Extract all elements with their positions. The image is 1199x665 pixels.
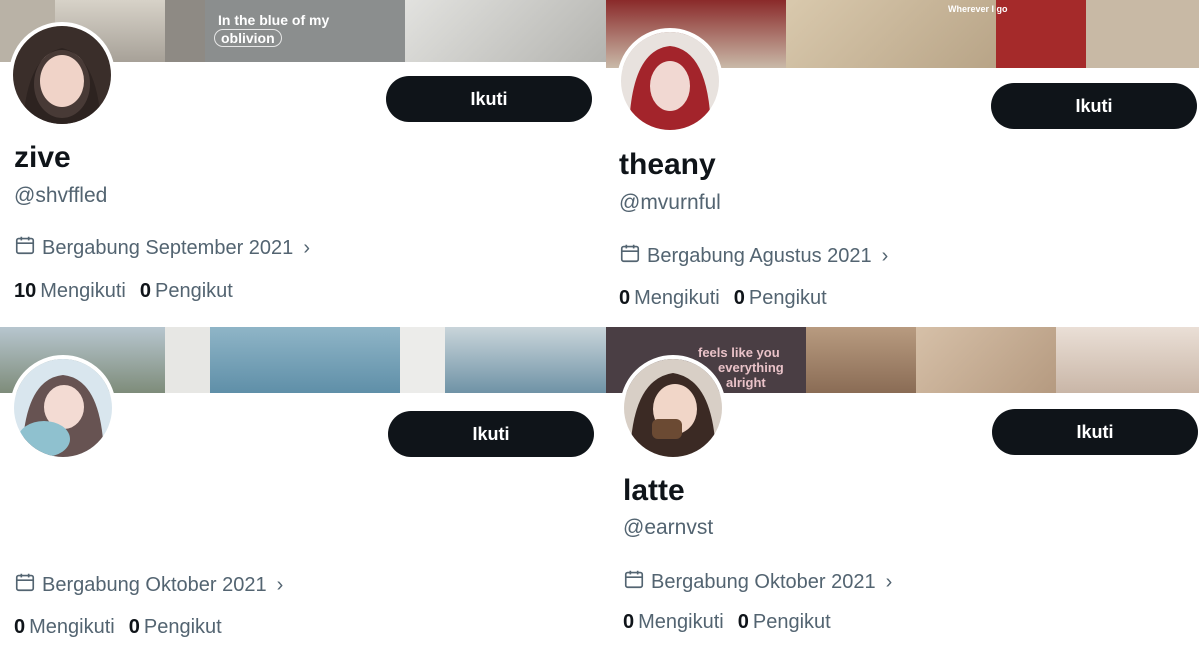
chevron-right-icon[interactable]: ›	[886, 571, 893, 594]
avatar[interactable]	[620, 355, 726, 461]
chevron-right-icon[interactable]: ›	[882, 245, 889, 268]
banner-caption: In the blue of my	[218, 12, 330, 28]
follow-button[interactable]: Ikuti	[992, 409, 1198, 455]
joined-date: Bergabung Oktober 2021 ›	[14, 571, 283, 599]
followers-stat[interactable]: 0 Pengikut	[140, 280, 233, 303]
calendar-icon	[623, 568, 645, 596]
banner-caption: alright	[726, 375, 766, 390]
follow-button[interactable]: Ikuti	[386, 76, 592, 122]
follow-stats: 0 Mengikuti 0 Pengikut	[619, 287, 827, 310]
followers-stat[interactable]: 0 Pengikut	[738, 611, 831, 634]
following-stat[interactable]: 0 Mengikuti	[619, 287, 720, 310]
follow-button[interactable]: Ikuti	[388, 411, 594, 457]
username: @earnvst	[623, 516, 714, 539]
chevron-right-icon[interactable]: ›	[277, 574, 284, 597]
joined-text: Bergabung September 2021	[42, 236, 294, 259]
profile-card-zive: In the blue of my oblivion Ikuti zive @s…	[0, 0, 606, 327]
joined-date: Bergabung Oktober 2021 ›	[623, 568, 892, 596]
joined-text: Bergabung Agustus 2021	[647, 244, 872, 267]
joined-date: Bergabung September 2021 ›	[14, 234, 310, 262]
following-stat[interactable]: 0 Mengikuti	[623, 611, 724, 634]
followers-stat[interactable]: 0 Pengikut	[129, 616, 222, 639]
display-name: latte	[623, 474, 685, 507]
profile-card-unnamed: Ikuti Bergabung Oktober 2021 › 0 Mengikut…	[0, 327, 606, 665]
follow-stats: 0 Mengikuti 0 Pengikut	[623, 611, 831, 634]
follow-stats: 0 Mengikuti 0 Pengikut	[14, 616, 222, 639]
joined-text: Bergabung Oktober 2021	[651, 570, 876, 593]
chevron-right-icon[interactable]: ›	[303, 237, 310, 260]
calendar-icon	[14, 234, 36, 262]
avatar[interactable]	[617, 28, 723, 134]
banner-caption: feels like you	[698, 345, 780, 360]
following-stat[interactable]: 10 Mengikuti	[14, 280, 126, 303]
following-stat[interactable]: 0 Mengikuti	[14, 616, 115, 639]
profile-card-theany: Wherever I go Ikuti theany @mvurnful Ber…	[606, 0, 1199, 327]
calendar-icon	[14, 571, 36, 599]
username: @shvffled	[14, 184, 108, 207]
display-name: theany	[619, 148, 716, 181]
avatar[interactable]	[10, 355, 116, 461]
banner-caption: oblivion	[214, 29, 282, 47]
username: @mvurnful	[619, 191, 721, 214]
follow-stats: 10 Mengikuti 0 Pengikut	[14, 280, 233, 303]
follow-button[interactable]: Ikuti	[991, 83, 1197, 129]
joined-text: Bergabung Oktober 2021	[42, 573, 267, 596]
banner-caption: Wherever I go	[948, 4, 1008, 14]
joined-date: Bergabung Agustus 2021 ›	[619, 242, 888, 270]
banner-caption: everything	[718, 360, 784, 375]
calendar-icon	[619, 242, 641, 270]
profile-card-latte: feels like you everything alright Ikuti …	[606, 327, 1199, 665]
avatar[interactable]	[9, 22, 115, 128]
display-name: zive	[14, 141, 71, 174]
followers-stat[interactable]: 0 Pengikut	[734, 287, 827, 310]
